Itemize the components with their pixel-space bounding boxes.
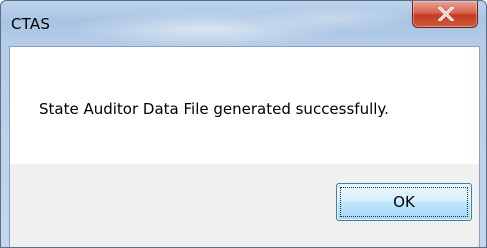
message-area: State Auditor Data File generated succes… <box>10 47 479 164</box>
title-bar[interactable]: CTAS <box>1 1 486 45</box>
dialog-content: State Auditor Data File generated succes… <box>9 46 480 247</box>
ok-button[interactable]: OK <box>336 183 472 221</box>
close-icon <box>438 7 454 21</box>
ok-button-label: OK <box>393 193 415 211</box>
window-title: CTAS <box>11 15 51 33</box>
message-dialog-window: CTAS State Auditor Data File generated s… <box>0 0 487 248</box>
close-button[interactable] <box>412 1 478 28</box>
message-text: State Auditor Data File generated succes… <box>39 100 389 118</box>
